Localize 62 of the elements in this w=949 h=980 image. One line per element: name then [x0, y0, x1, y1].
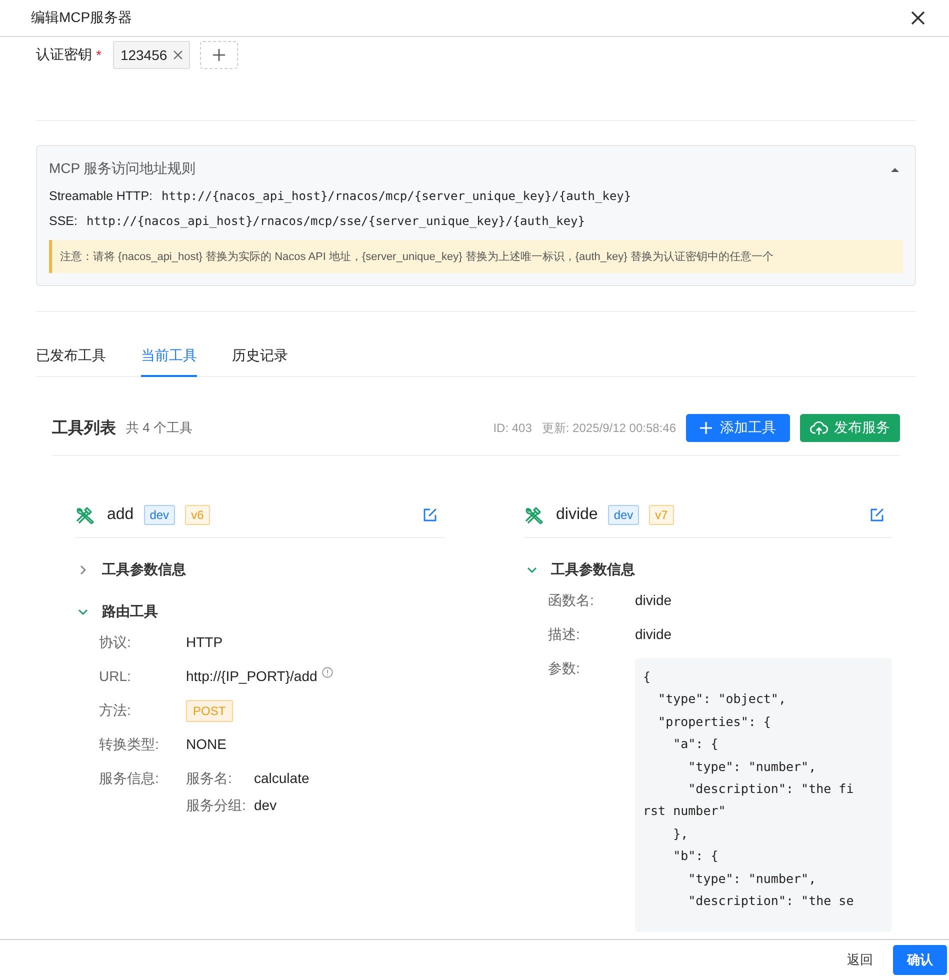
field-value: divide: [635, 625, 672, 644]
tab[interactable]: 已发布工具: [36, 339, 106, 377]
collapse-icon[interactable]: [891, 166, 899, 172]
tool-name: add: [107, 506, 134, 524]
field-label: 服务分组:: [186, 796, 247, 815]
key-tag: 123456: [113, 41, 190, 69]
tools-icon: [75, 506, 95, 524]
env-tag: dev: [144, 505, 176, 525]
chevron-icon[interactable]: [527, 565, 537, 575]
field-label: 函数名:: [548, 591, 595, 610]
back-button[interactable]: 返回: [839, 945, 881, 975]
code-block: { "type": "object", "properties": { "a": { "type": "number", "description": "the fi rst number" }, "b": { "type": "number", "description": "the se: [635, 658, 892, 932]
section-title: 工具列表: [52, 418, 116, 438]
tool-count: 共 4 个工具: [126, 419, 192, 437]
rule-url: http://{nacos_api_host}/rnacos/mcp/{server_unique_key}/{auth_key}: [162, 189, 632, 203]
updated-time: 更新: 2025/9/12 00:58:46: [542, 420, 676, 436]
rule-url: http://{nacos_api_host}/rnacos/mcp/sse/{server_unique_key}/{auth_key}: [86, 214, 585, 228]
chevron-icon[interactable]: [78, 607, 88, 617]
field-label: 方法:: [99, 701, 132, 720]
notice-banner: 注意：请将 {nacos_api_host} 替换为实际的 Nacos API 地址，{server_unique_key} 替换为上述唯一标识，{auth_key} 替换为认证密钥中的任意一个: [49, 240, 903, 273]
env-tag: dev: [608, 505, 640, 525]
section-header[interactable]: 工具参数信息: [102, 561, 186, 579]
close-icon[interactable]: [911, 11, 925, 25]
section-header[interactable]: 工具参数信息: [551, 561, 635, 579]
field-value: NONE: [186, 735, 226, 754]
dialog-title: 编辑MCP服务器: [31, 9, 132, 27]
info-icon: [322, 667, 334, 678]
tab[interactable]: 当前工具: [141, 339, 197, 377]
field-label: 服务信息:: [99, 769, 160, 788]
field-label: URL:: [99, 667, 132, 686]
required-mark: *: [96, 47, 102, 63]
confirm-button[interactable]: 确认: [893, 945, 947, 975]
edit-icon[interactable]: [423, 508, 437, 522]
tools-icon: [524, 506, 544, 524]
field-label: 服务名:: [186, 769, 233, 788]
field-label: 认证密钥: [36, 46, 92, 64]
version-tag: v6: [185, 505, 210, 525]
rule-label: SSE:: [49, 214, 78, 228]
tool-name: divide: [556, 506, 598, 524]
section-header[interactable]: 路由工具: [102, 603, 158, 621]
edit-icon[interactable]: [870, 508, 884, 522]
tab[interactable]: 历史记录: [232, 339, 288, 377]
field-label: 协议:: [99, 633, 132, 652]
add-key-button[interactable]: [200, 41, 238, 69]
add-tool-button[interactable]: 添加工具: [686, 414, 790, 442]
url-value: http://{IP_PORT}/add: [186, 667, 318, 686]
version-tag: v7: [649, 505, 674, 525]
method-tag: POST: [186, 700, 233, 722]
plus-icon: [700, 422, 712, 434]
field-value: dev: [254, 796, 277, 815]
cloud-upload-icon: [810, 420, 828, 436]
field-label: 转换类型:: [99, 735, 160, 754]
record-id: ID: 403: [493, 421, 532, 435]
chevron-icon[interactable]: [78, 565, 88, 575]
rule-label: Streamable HTTP:: [49, 189, 153, 203]
field-value: HTTP: [186, 633, 223, 652]
field-value: divide: [635, 591, 672, 610]
field-label: 描述:: [548, 625, 581, 644]
plus-icon: [213, 49, 226, 61]
panel-title: MCP 服务访问地址规则: [49, 160, 196, 178]
field-value: calculate: [254, 769, 310, 788]
field-label: 参数:: [548, 659, 581, 678]
